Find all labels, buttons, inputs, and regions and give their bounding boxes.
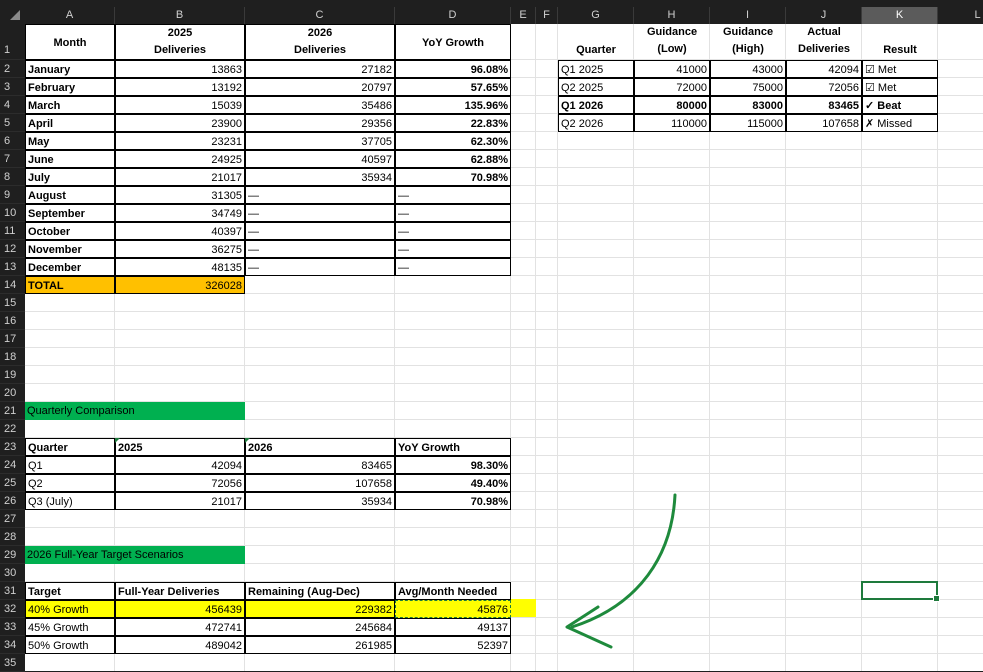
annotation-arrow-icon (565, 493, 677, 649)
